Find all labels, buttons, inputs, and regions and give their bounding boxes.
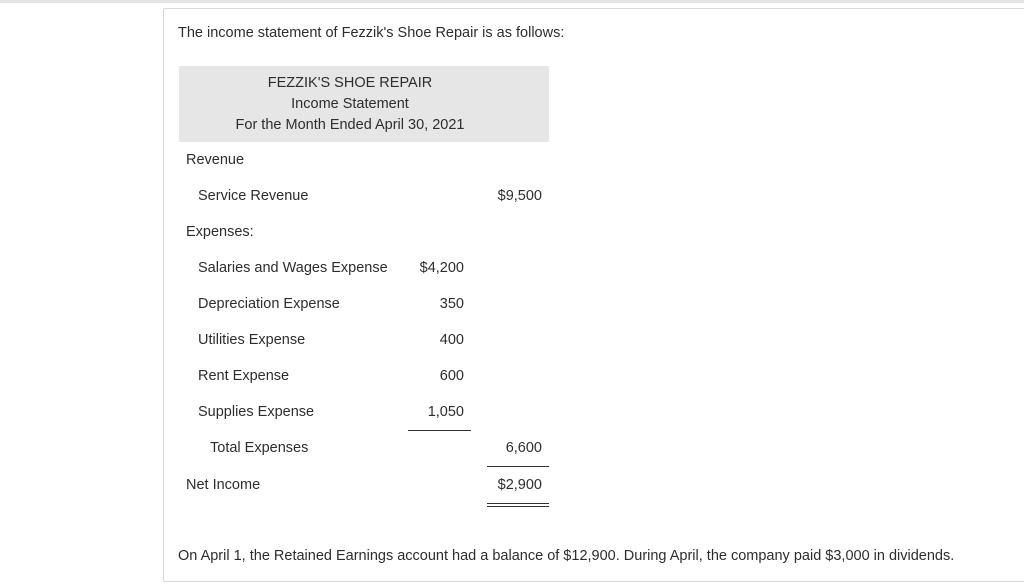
statement-title: Income Statement xyxy=(291,96,409,112)
service-revenue-label: Service Revenue xyxy=(198,188,309,204)
depreciation-expense-label: Depreciation Expense xyxy=(198,296,340,312)
net-income-amount: $2,900 xyxy=(497,477,542,493)
net-income-double-rule-top xyxy=(487,503,549,504)
salaries-expense-amount: $4,200 xyxy=(419,260,464,276)
depreciation-expense-amount: 350 xyxy=(439,296,464,312)
total-rule xyxy=(487,466,549,467)
total-expenses-label: Total Expenses xyxy=(210,440,309,456)
net-income-double-rule-bottom xyxy=(487,506,549,507)
salaries-expense-label: Salaries and Wages Expense xyxy=(198,260,388,276)
footer-text: On April 1, the Retained Earnings accoun… xyxy=(178,548,955,564)
total-expenses-amount: 6,600 xyxy=(505,440,542,456)
supplies-expense-label: Supplies Expense xyxy=(198,404,315,420)
revenue-heading: Revenue xyxy=(186,152,245,168)
company-name: FEZZIK'S SHOE REPAIR xyxy=(267,75,433,91)
statement-period: For the Month Ended April 30, 2021 xyxy=(235,117,465,133)
expenses-heading: Expenses: xyxy=(186,224,254,240)
top-divider xyxy=(0,0,1024,3)
rent-expense-label: Rent Expense xyxy=(198,368,290,384)
utilities-expense-label: Utilities Expense xyxy=(198,332,306,348)
net-income-label: Net Income xyxy=(186,477,261,493)
supplies-expense-amount: 1,050 xyxy=(427,404,464,420)
intro-text: The income statement of Fezzik's Shoe Re… xyxy=(178,25,565,41)
service-revenue-amount: $9,500 xyxy=(497,188,542,204)
utilities-expense-amount: 400 xyxy=(439,332,464,348)
rent-expense-amount: 600 xyxy=(439,368,464,384)
subtotal-rule xyxy=(408,430,471,431)
